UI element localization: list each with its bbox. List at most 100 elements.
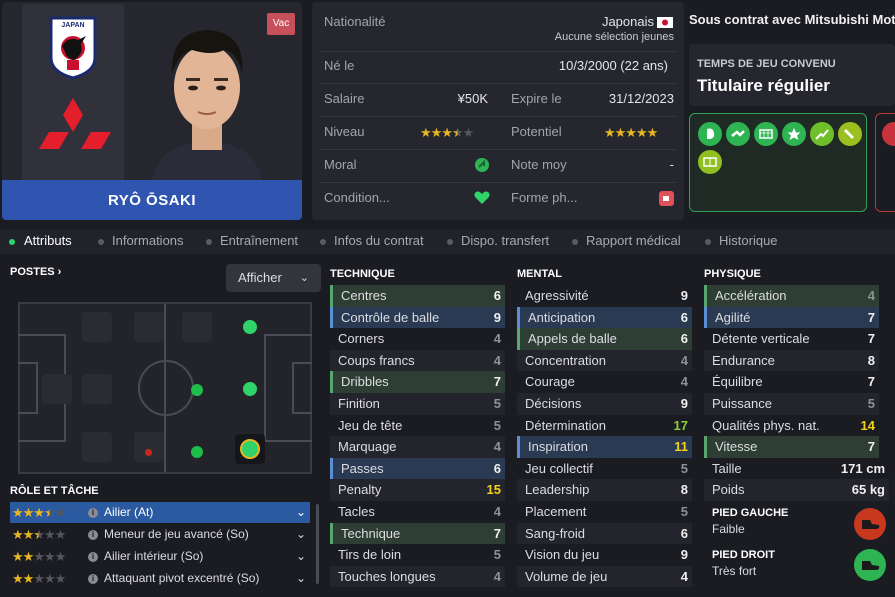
attribute-row[interactable]: Corners 4 bbox=[330, 328, 505, 350]
attribute-row[interactable]: Dribbles 7 bbox=[330, 371, 505, 393]
attribute-row[interactable]: Vision du jeu 9 bbox=[517, 544, 692, 566]
attribute-row[interactable]: Leadership 8 bbox=[517, 479, 692, 501]
chevron-down-icon[interactable]: ⌄ bbox=[296, 568, 306, 589]
boot-trait-icon[interactable] bbox=[838, 122, 862, 146]
position-dot-st[interactable] bbox=[243, 382, 257, 396]
attribute-row[interactable]: Puissance 5 bbox=[704, 393, 879, 415]
attribute-name: Jeu collectif bbox=[525, 460, 593, 476]
role-row[interactable]: ★★★★★ i Meneur de jeu avancé (So) ⌄ bbox=[10, 524, 310, 545]
attribute-row[interactable]: Contrôle de balle 9 bbox=[330, 306, 505, 329]
attribute-row[interactable]: Qualités phys. nat. 14 bbox=[704, 415, 879, 437]
attribute-row[interactable]: Poids 65 kg bbox=[704, 479, 889, 501]
roles-scrollbar[interactable] bbox=[316, 504, 319, 584]
attribute-value: 9 bbox=[680, 396, 688, 411]
tab-history[interactable]: Historique bbox=[719, 233, 778, 248]
attribute-name: Tirs de loin bbox=[338, 547, 402, 563]
tab-medical[interactable]: Rapport médical bbox=[586, 233, 681, 248]
expires-label: Expire le bbox=[511, 91, 562, 106]
nationality-value[interactable]: Japonais bbox=[602, 14, 654, 29]
attribute-row[interactable]: Technique 7 bbox=[330, 522, 505, 545]
attribute-row[interactable]: Tacles 4 bbox=[330, 501, 505, 523]
attribute-row[interactable]: Anticipation 6 bbox=[517, 306, 692, 329]
role-row[interactable]: ★★★★★ i Ailier intérieur (So) ⌄ bbox=[10, 546, 310, 567]
attribute-row[interactable]: Endurance 8 bbox=[704, 349, 879, 372]
attribute-row[interactable]: Passes 6 bbox=[330, 457, 505, 480]
chevron-down-icon[interactable]: ⌄ bbox=[296, 524, 306, 545]
position-dot-amc[interactable] bbox=[191, 384, 203, 396]
display-dropdown[interactable]: Afficher ⌄ bbox=[226, 264, 321, 292]
position-dot-wbr[interactable] bbox=[145, 449, 152, 456]
attribute-row[interactable]: Détente verticale 7 bbox=[704, 328, 879, 350]
info-icon[interactable]: i bbox=[88, 530, 98, 540]
attribute-row[interactable]: Agilité 7 bbox=[704, 306, 879, 329]
salary-label: Salaire bbox=[324, 91, 365, 106]
tab-contract[interactable]: Infos du contrat bbox=[334, 233, 424, 248]
attribute-row[interactable]: Marquage 4 bbox=[330, 436, 505, 458]
attribute-name: Accélération bbox=[715, 288, 787, 303]
attribute-row[interactable]: Concentration 4 bbox=[517, 349, 692, 372]
position-dot-amr-selected[interactable] bbox=[240, 439, 260, 459]
attribute-row[interactable]: Placement 5 bbox=[517, 501, 692, 523]
attribute-value: 4 bbox=[680, 568, 688, 584]
tab-training[interactable]: Entraînement bbox=[220, 233, 298, 248]
tab-transfer[interactable]: Dispo. transfert bbox=[461, 233, 549, 248]
attribute-row[interactable]: Centres 6 bbox=[330, 285, 505, 307]
form-label: Forme ph... bbox=[511, 190, 578, 205]
attribute-row[interactable]: Agressivité 9 bbox=[517, 285, 692, 307]
brain-trait-icon[interactable] bbox=[698, 122, 722, 146]
attribute-row[interactable]: Détermination 17 bbox=[517, 415, 692, 437]
attribute-row[interactable]: Tirs de loin 5 bbox=[330, 544, 505, 566]
goal-trait-icon[interactable] bbox=[754, 122, 778, 146]
attribute-row[interactable]: Vitesse 7 bbox=[704, 436, 879, 458]
attribute-row[interactable]: Équilibre 7 bbox=[704, 371, 879, 393]
player-name: RYÔ ŌSAKI bbox=[2, 180, 302, 220]
attribute-row[interactable]: Jeu de tête 5 bbox=[330, 415, 505, 437]
role-row[interactable]: ★★★★★ i Attaquant pivot excentré (So) ⌄ bbox=[10, 568, 310, 589]
attribute-row[interactable]: Accélération 4 bbox=[704, 285, 879, 307]
attribute-row[interactable]: Volume de jeu 4 bbox=[517, 565, 692, 588]
attribute-row[interactable]: Finition 5 bbox=[330, 393, 505, 415]
divider bbox=[320, 51, 676, 52]
attribute-value: 5 bbox=[493, 547, 501, 563]
attribute-value: 4 bbox=[680, 374, 688, 390]
pass-trait-icon[interactable] bbox=[726, 122, 750, 146]
injury-trait-icon[interactable] bbox=[882, 122, 895, 146]
attribute-row[interactable]: Coups francs 4 bbox=[330, 349, 505, 372]
position-dot-mr[interactable] bbox=[191, 446, 203, 458]
attribute-row[interactable]: Décisions 9 bbox=[517, 393, 692, 415]
attribute-row[interactable]: Penalty 15 bbox=[330, 479, 505, 501]
attribute-name: Contrôle de balle bbox=[341, 309, 440, 325]
condition-label: Condition... bbox=[324, 190, 390, 205]
attribute-row[interactable]: Taille 171 cm bbox=[704, 458, 889, 480]
expires-value: 31/12/2023 bbox=[608, 91, 674, 106]
pitch-trait-icon[interactable] bbox=[698, 150, 722, 174]
crest-text: JAPAN bbox=[61, 22, 84, 29]
avg-rating-label: Note moy bbox=[511, 157, 567, 172]
attribute-row[interactable]: Touches longues 4 bbox=[330, 565, 505, 588]
info-icon[interactable]: i bbox=[88, 508, 98, 518]
attribute-row[interactable]: Inspiration 11 bbox=[517, 436, 692, 458]
positions-header[interactable]: POSTES › bbox=[10, 266, 61, 278]
attribute-row[interactable]: Jeu collectif 5 bbox=[517, 458, 692, 480]
attribute-name: Leadership bbox=[525, 482, 590, 498]
level-label: Niveau bbox=[324, 124, 365, 139]
attribute-row[interactable]: Appels de balle 6 bbox=[517, 328, 692, 350]
chevron-down-icon[interactable]: ⌄ bbox=[296, 502, 306, 523]
attribute-row[interactable]: Courage 4 bbox=[517, 371, 692, 393]
attribute-value: 4 bbox=[493, 331, 501, 347]
tab-attributes[interactable]: Attributs bbox=[24, 233, 72, 248]
tab-information[interactable]: Informations bbox=[112, 233, 184, 248]
attribute-name: Volume de jeu bbox=[525, 568, 608, 584]
chevron-down-icon[interactable]: ⌄ bbox=[296, 546, 306, 567]
attribute-name: Dribbles bbox=[341, 374, 389, 390]
playing-time-box: TEMPS DE JEU CONVENU Titulaire régulier bbox=[689, 44, 895, 106]
info-icon[interactable]: i bbox=[88, 552, 98, 562]
position-dot-aml[interactable] bbox=[243, 320, 257, 334]
mitsubishi-logo-icon bbox=[39, 98, 111, 149]
attribute-row[interactable]: Sang-froid 6 bbox=[517, 522, 692, 545]
attribute-name: Sang-froid bbox=[525, 525, 585, 541]
star-trait-icon[interactable] bbox=[782, 122, 806, 146]
role-row[interactable]: ★★★★★ i Ailier (At) ⌄ bbox=[10, 502, 310, 523]
trend-trait-icon[interactable] bbox=[810, 122, 834, 146]
info-icon[interactable]: i bbox=[88, 574, 98, 584]
